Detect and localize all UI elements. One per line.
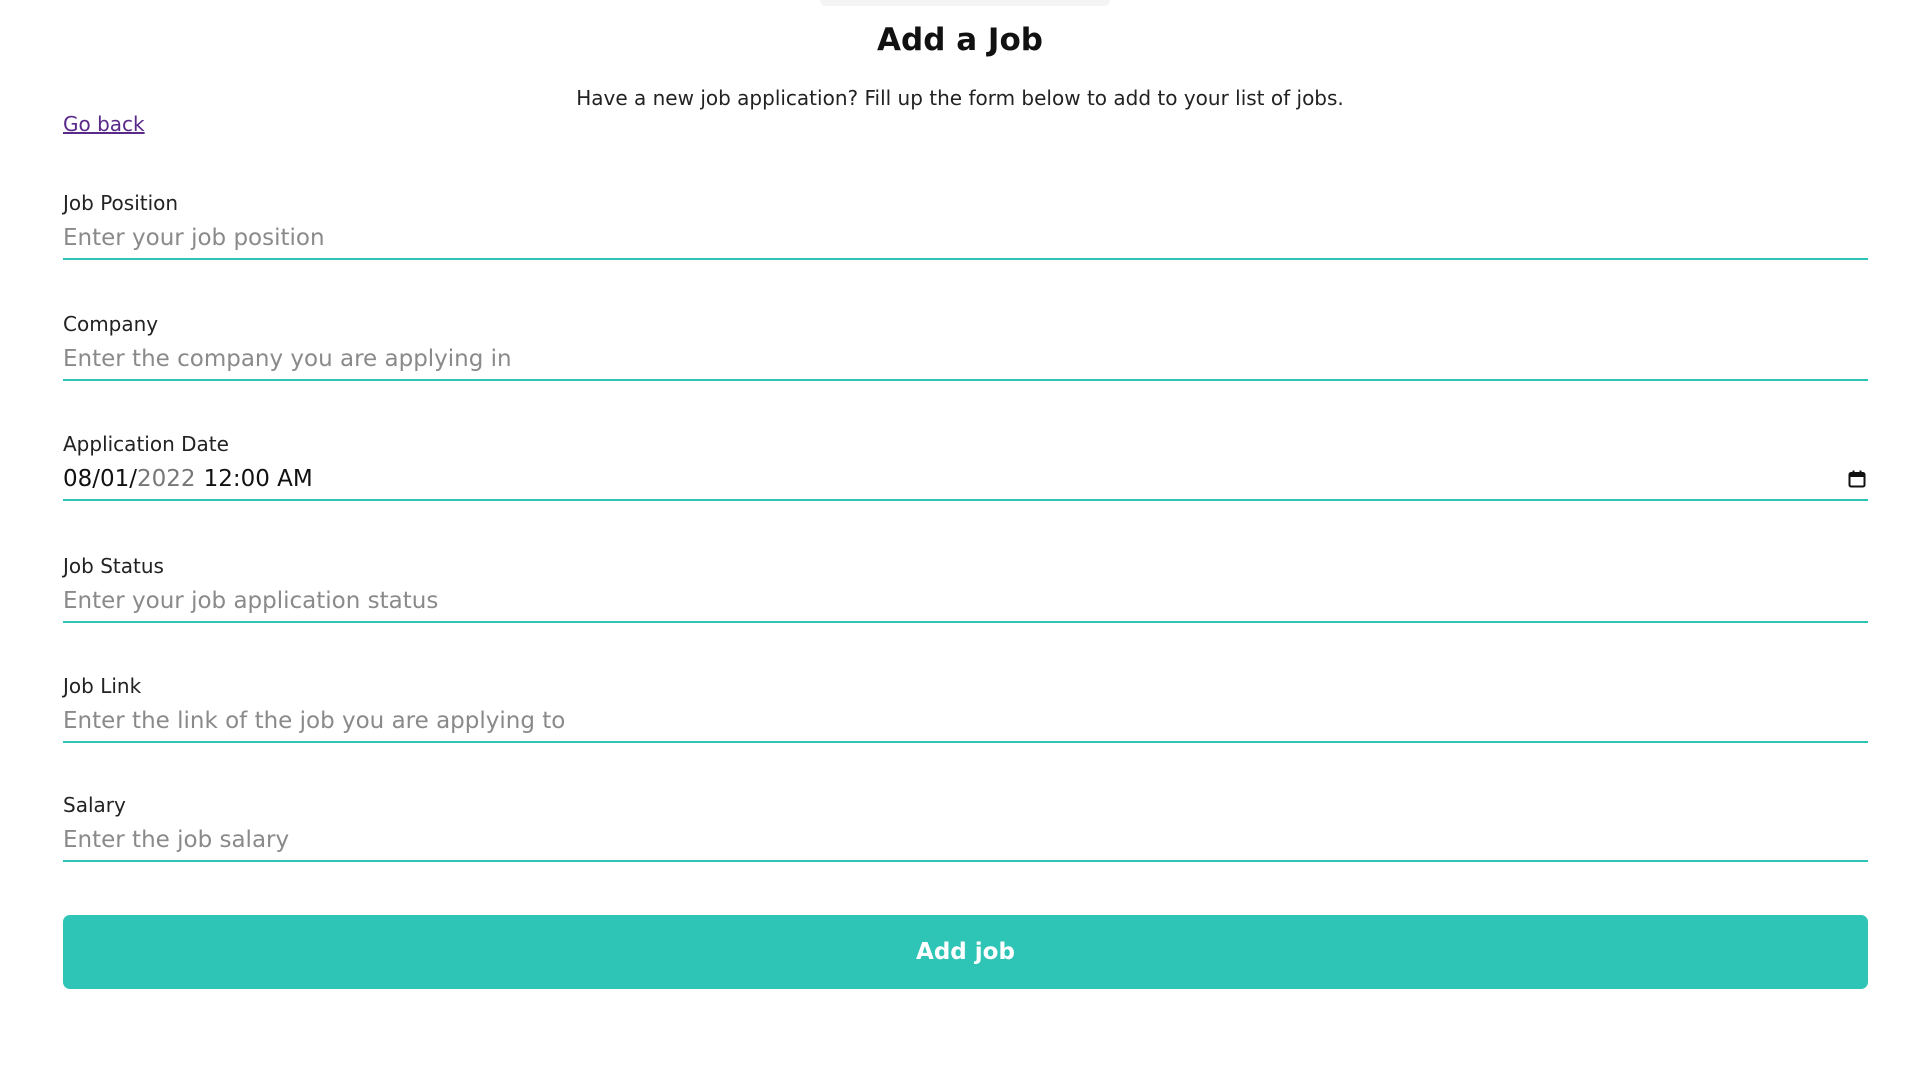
job-status-label: Job Status bbox=[63, 554, 164, 578]
application-date-input[interactable]: 08/01/ 2022 12:00 AM bbox=[63, 459, 1868, 501]
calendar-icon[interactable] bbox=[1848, 470, 1866, 488]
job-position-field: Job Position bbox=[63, 190, 1868, 260]
date-month-day[interactable]: 08/01/ bbox=[63, 466, 137, 492]
job-status-field: Job Status bbox=[63, 553, 1868, 623]
job-link-input[interactable] bbox=[63, 701, 1868, 743]
application-date-label: Application Date bbox=[63, 432, 229, 456]
company-label: Company bbox=[63, 312, 159, 336]
job-position-input[interactable] bbox=[63, 218, 1868, 260]
date-year[interactable]: 2022 bbox=[137, 466, 196, 492]
company-input[interactable] bbox=[63, 339, 1868, 381]
page-subtitle: Have a new job application? Fill up the … bbox=[576, 86, 1344, 110]
application-date-field: Application Date 08/01/ 2022 12:00 AM bbox=[63, 431, 1868, 501]
page-title: Add a Job bbox=[877, 22, 1043, 58]
go-back-link[interactable]: Go back bbox=[63, 112, 145, 136]
add-job-button[interactable]: Add job bbox=[63, 915, 1868, 989]
job-position-label: Job Position bbox=[63, 191, 179, 215]
salary-label: Salary bbox=[63, 793, 126, 817]
salary-input[interactable] bbox=[63, 820, 1868, 862]
salary-field: Salary bbox=[63, 792, 1868, 862]
job-link-field: Job Link bbox=[63, 673, 1868, 743]
add-job-page: Add a Job Have a new job application? Fi… bbox=[0, 0, 1920, 1080]
date-time[interactable]: 12:00 AM bbox=[204, 466, 313, 492]
company-field: Company bbox=[63, 311, 1868, 381]
job-status-input[interactable] bbox=[63, 581, 1868, 623]
job-link-label: Job Link bbox=[63, 674, 142, 698]
top-decoration bbox=[820, 0, 1110, 6]
